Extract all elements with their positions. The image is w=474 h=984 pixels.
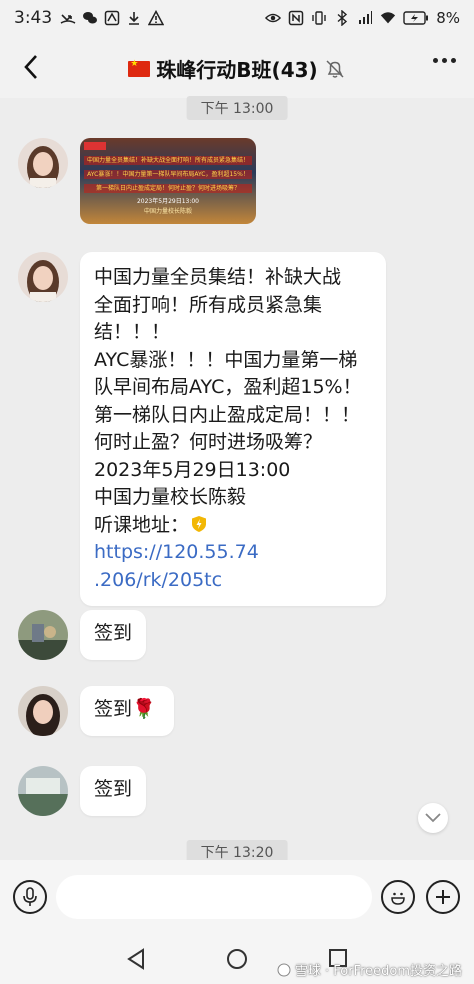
text-message[interactable]: 签到 (80, 610, 146, 660)
message-body: 签到 (94, 778, 133, 800)
system-icons: 8% (265, 9, 460, 27)
scroll-to-bottom-button[interactable] (418, 803, 448, 833)
avatar[interactable] (18, 252, 68, 302)
missed-call-icon (60, 10, 76, 26)
signal-icon (357, 10, 373, 26)
message-body: 中国力量全员集结！补缺大战 全面打响！所有成员紧急集 结！！！ AYC暴涨！！！… (94, 266, 362, 591)
avatar[interactable] (18, 686, 68, 736)
app-notification-icon (104, 10, 120, 26)
plus-icon (436, 890, 450, 904)
chat-title: 珠峰行动B班(43) (156, 58, 318, 82)
image-text-line: 中国力量全员集结！补缺大战全面打响！所有成员紧急集结！ (84, 156, 252, 165)
nfc-icon (288, 10, 304, 26)
system-nav-bar: 雪球 · ForFreedom投资之路 (0, 934, 474, 984)
course-link[interactable]: https://120.55.74 (94, 541, 259, 563)
shield-warning-icon (192, 515, 207, 532)
image-text-line: 2023年5月29日13:00 (136, 198, 199, 205)
status-time: 3:43 (14, 8, 53, 28)
wechat-icon (82, 10, 98, 26)
chat-title-area[interactable]: 珠峰行动B班(43) (0, 54, 474, 83)
image-text-line: AYC暴涨！！中国力量第一梯队早间布局AYC，盈利超15%！ (84, 170, 252, 179)
avatar[interactable] (18, 766, 68, 816)
chevron-down-icon (425, 813, 441, 823)
notification-icons (60, 10, 165, 26)
battery-icon (403, 10, 429, 26)
message-body: 签到🌹 (94, 698, 156, 720)
warning-icon (148, 10, 165, 26)
nav-back-icon[interactable] (126, 948, 146, 970)
course-link-cont[interactable]: .206/rk/205tc (94, 569, 222, 591)
link-label: 听课地址： (94, 513, 190, 536)
text-message[interactable]: 中国力量全员集结！补缺大战 全面打响！所有成员紧急集 结！！！ AYC暴涨！！！… (80, 252, 386, 606)
download-icon (126, 10, 142, 26)
time-divider: 下午 13:00 (186, 96, 288, 120)
emoji-button[interactable] (381, 880, 415, 914)
message-body: 签到 (94, 622, 133, 644)
vibrate-icon (311, 10, 327, 26)
message-input[interactable] (56, 875, 372, 919)
china-flag-icon (128, 59, 151, 77)
wifi-icon (380, 10, 396, 26)
emoji-icon (391, 892, 405, 905)
text-message[interactable]: 签到🌹 (80, 686, 174, 736)
rose-icon: 🌹 (132, 698, 156, 720)
eye-icon (265, 10, 282, 26)
avatar[interactable] (18, 138, 68, 188)
plus-button[interactable] (426, 880, 460, 914)
status-bar: 3:43 8% (0, 0, 474, 36)
snowball-logo-icon (277, 963, 291, 976)
image-message[interactable]: 中国力量全员集结！补缺大战全面打响！所有成员紧急集结！ AYC暴涨！！中国力量第… (80, 138, 256, 224)
more-button[interactable] (433, 58, 456, 63)
image-text-line: 第一梯队日内止盈成定局！何时止盈？何时进场吸筹？ (84, 184, 252, 193)
voice-button[interactable] (13, 880, 47, 914)
image-text-line: 中国力量校长陈毅 (143, 208, 192, 215)
more-dots-icon (433, 58, 438, 63)
avatar[interactable] (18, 610, 68, 660)
text-message[interactable]: 签到 (80, 766, 146, 816)
chat-header: 珠峰行动B班(43) (0, 36, 474, 98)
logo-badge (84, 142, 106, 150)
battery-percent: 8% (436, 9, 460, 27)
input-bar (0, 860, 474, 934)
chat-messages[interactable]: 下午 13:00 中国力量全员集结！补缺大战全面打响！所有成员紧急集结！ AYC… (0, 96, 474, 864)
nav-home-icon[interactable] (226, 948, 248, 970)
bluetooth-icon (334, 10, 350, 26)
bell-off-icon (326, 59, 344, 78)
watermark: 雪球 · ForFreedom投资之路 (277, 960, 462, 979)
microphone-icon (23, 887, 37, 906)
